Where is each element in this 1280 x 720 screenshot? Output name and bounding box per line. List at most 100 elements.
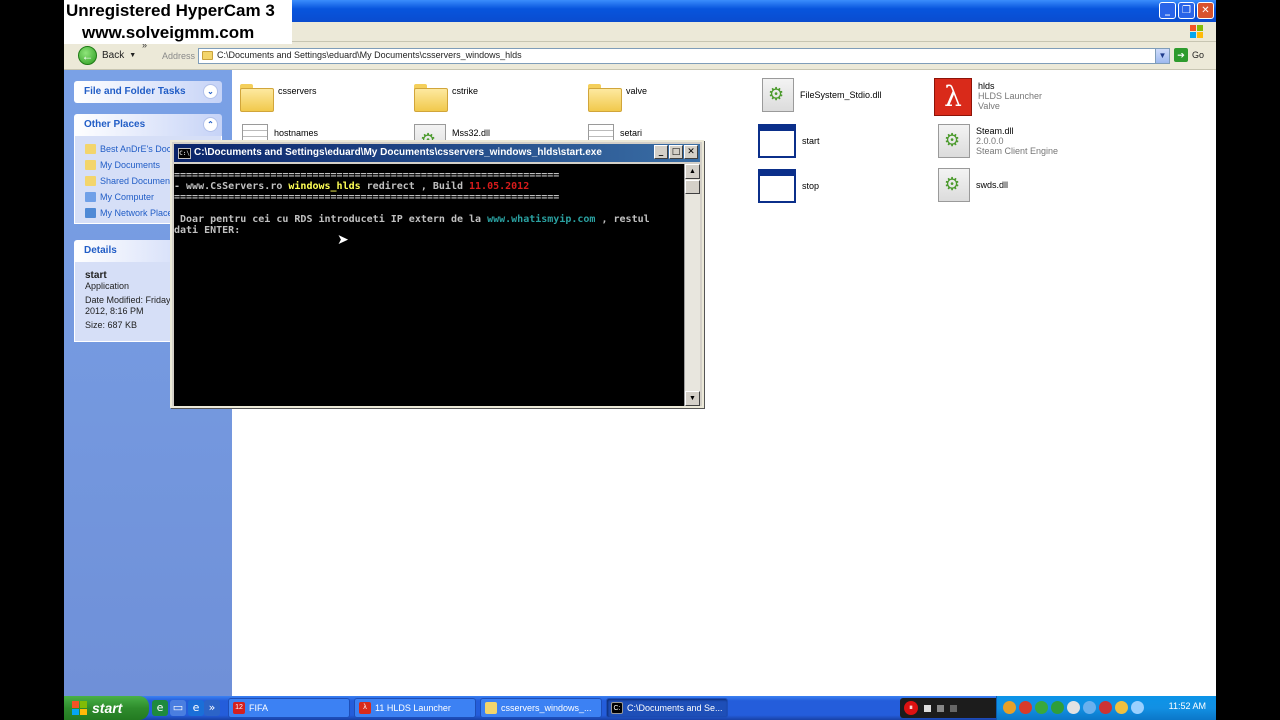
taskbar-task[interactable]: λ 11 HLDS Launcher	[354, 698, 476, 718]
hlds-icon: λ	[359, 702, 371, 714]
console-output[interactable]: ========================================…	[174, 164, 686, 406]
back-arrow-icon: ←	[78, 46, 97, 65]
chevron-down-icon: ▼	[129, 52, 137, 59]
address-dropdown-button[interactable]: ▼	[1155, 49, 1169, 63]
other-place-label: My Computer	[100, 192, 155, 202]
file-item[interactable]: swds.dll	[938, 168, 1008, 202]
file-item[interactable]: valve	[588, 82, 648, 112]
expand-icon[interactable]: ⌄	[203, 84, 218, 99]
scroll-up-arrow-icon[interactable]: ▲	[685, 164, 700, 179]
skype-icon[interactable]	[1051, 701, 1064, 714]
show-desktop-icon[interactable]: ▭	[170, 700, 186, 716]
start-button[interactable]: start	[64, 696, 149, 720]
stop-icon[interactable]	[924, 704, 931, 712]
file-name: cstrike	[452, 86, 479, 96]
pause-icon[interactable]	[937, 704, 944, 712]
dll-gear-icon	[762, 78, 794, 112]
collapse-icon[interactable]: ⌃	[203, 117, 218, 132]
go-label: Go	[1192, 50, 1205, 60]
internet-explorer-icon[interactable]: e	[188, 700, 204, 716]
recorder-controls[interactable]: ⏸	[900, 698, 1004, 718]
scroll-thumb[interactable]	[685, 180, 700, 194]
update-icon[interactable]	[1099, 701, 1112, 714]
console-icon: C:	[611, 702, 623, 714]
go-button[interactable]: ➔ Go	[1174, 48, 1204, 62]
file-name: stop	[802, 181, 820, 191]
browser-quicklaunch-icon[interactable]: e	[152, 700, 168, 716]
file-folder-tasks-title: File and Folder Tasks	[84, 86, 186, 97]
console-minimize-button[interactable]: _	[654, 145, 668, 159]
warning-icon[interactable]	[1003, 701, 1016, 714]
dll-gear-icon	[938, 124, 970, 158]
task-label: C:\Documents and Se...	[627, 703, 723, 713]
desktop-screen: _ ❐ ✕ ← Back ▼ » Address C:\Documents an…	[64, 0, 1216, 720]
file-name: swds.dll	[976, 180, 1009, 190]
file-name: FileSystem_Stdio.dll	[800, 90, 882, 100]
start-label: start	[92, 700, 123, 716]
dll-gear-icon	[938, 168, 970, 202]
close-button[interactable]: ✕	[1197, 2, 1214, 19]
mouse-pointer-icon: ➤	[337, 232, 349, 248]
antivirus-icon[interactable]	[1019, 701, 1032, 714]
file-folder-tasks-header[interactable]: File and Folder Tasks ⌄	[74, 81, 222, 103]
taskbar-task[interactable]: 12 FIFA	[228, 698, 350, 718]
back-label: Back	[102, 50, 125, 61]
volume-icon[interactable]	[1067, 701, 1080, 714]
other-places-header[interactable]: Other Places ⌃	[74, 114, 222, 136]
toolbar: ← Back ▼ » Address C:\Documents and Sett…	[64, 40, 1216, 70]
settings-icon[interactable]	[950, 704, 957, 712]
quicklaunch-expand-icon[interactable]: »	[204, 700, 220, 716]
console-prompt-a: Doar pentru cei cu RDS introduceti IP ex…	[174, 214, 488, 225]
address-path: C:\Documents and Settings\eduard\My Docu…	[217, 50, 522, 60]
watermark-line2: www.solveigmm.com	[82, 23, 255, 42]
watermark-line1: Unregistered HyperCam 3	[66, 1, 275, 20]
minimize-button[interactable]: _	[1159, 2, 1176, 19]
network-status-icon[interactable]	[1035, 701, 1048, 714]
folder-icon	[414, 84, 448, 112]
half-life-lambda-icon: λ	[934, 78, 972, 116]
console-separator: ========================================…	[174, 170, 560, 181]
other-place-label: My Documents	[100, 160, 161, 170]
computer-icon	[85, 192, 96, 202]
file-item[interactable]: start	[758, 124, 820, 158]
security-shield-icon[interactable]	[1115, 701, 1128, 714]
record-icon[interactable]: ⏸	[904, 701, 918, 715]
console-close-button[interactable]: ✕	[684, 145, 698, 159]
file-item[interactable]: Steam.dll 2.0.0.0 Steam Client Engine	[938, 124, 1058, 158]
file-item[interactable]: stop	[758, 169, 819, 203]
fifa-icon: 12	[233, 702, 245, 714]
console-line-highlight: windows_hlds	[288, 181, 361, 192]
safely-remove-icon[interactable]	[1131, 701, 1144, 714]
console-title: C:\Documents and Settings\eduard\My Docu…	[194, 147, 602, 158]
file-item[interactable]: λ hlds HLDS Launcher Valve	[934, 78, 1042, 116]
task-label: csservers_windows_...	[501, 703, 592, 713]
console-build-date: 11.05.2012	[469, 181, 530, 192]
console-titlebar[interactable]: C:\ C:\Documents and Settings\eduard\My …	[174, 144, 700, 162]
file-company: Valve	[978, 101, 1000, 111]
folder-icon	[85, 176, 96, 186]
console-line-mid: redirect , Build	[360, 181, 470, 192]
taskbar-task-active[interactable]: C: C:\Documents and Se...	[606, 698, 728, 718]
back-button[interactable]: ← Back ▼	[78, 46, 136, 65]
maximize-button[interactable]: ❐	[1178, 2, 1195, 19]
other-place-label: Best AnDrE's Doc	[100, 144, 172, 154]
address-field[interactable]: C:\Documents and Settings\eduard\My Docu…	[198, 48, 1170, 64]
windows-logo-icon	[1190, 25, 1203, 38]
console-scrollbar[interactable]: ▲ ▼	[684, 164, 700, 406]
file-name: valve	[626, 86, 648, 96]
folder-icon	[202, 51, 213, 60]
console-window[interactable]: C:\ C:\Documents and Settings\eduard\My …	[170, 140, 704, 408]
file-version: 2.0.0.0	[976, 136, 1004, 146]
taskbar-task[interactable]: csservers_windows_...	[480, 698, 602, 718]
go-arrow-icon: ➔	[1174, 48, 1188, 62]
file-item[interactable]: csservers	[240, 82, 317, 112]
file-item[interactable]: cstrike	[414, 82, 479, 112]
console-icon: C:\	[178, 148, 191, 159]
hypercam-watermark: Unregistered HyperCam 3 www.solveigmm.co…	[64, 0, 292, 44]
scroll-down-arrow-icon[interactable]: ▼	[685, 391, 700, 406]
file-item[interactable]: FileSystem_Stdio.dll	[762, 78, 882, 112]
file-name: start	[802, 136, 820, 146]
bluetooth-icon[interactable]	[1083, 701, 1096, 714]
console-maximize-button[interactable]: □	[669, 145, 683, 159]
task-label: 11 HLDS Launcher	[375, 703, 451, 713]
